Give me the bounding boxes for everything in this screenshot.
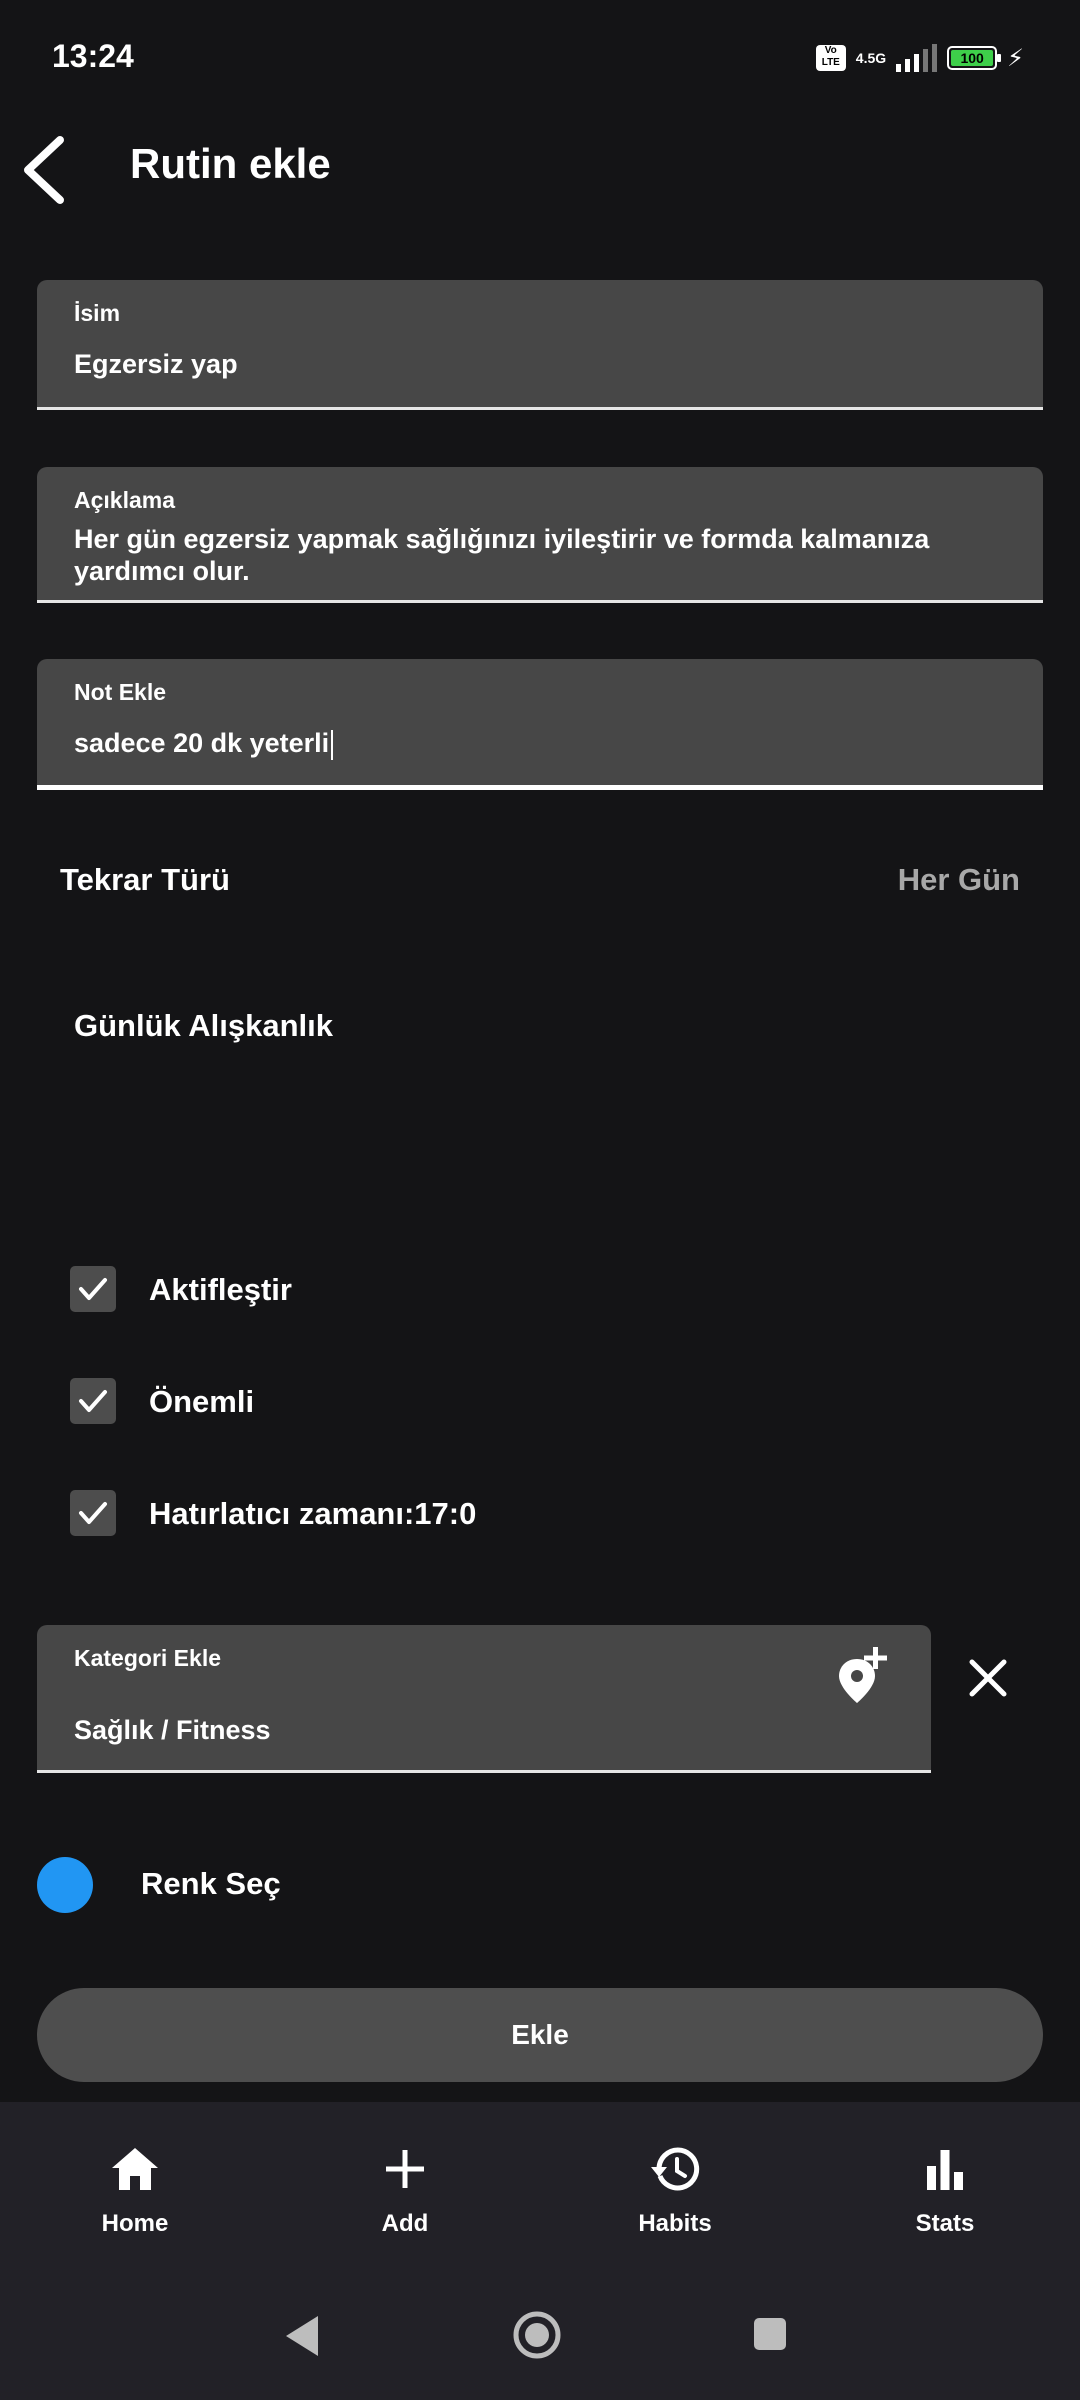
- name-label: İsim: [74, 300, 121, 326]
- add-icon: [386, 2150, 424, 2188]
- nav-home[interactable]: Home: [0, 2102, 270, 2282]
- check-icon: [79, 1390, 107, 1412]
- description-label: Açıklama: [74, 487, 176, 513]
- system-home-icon[interactable]: [512, 2310, 562, 2360]
- system-navigation-bar: [0, 2282, 1080, 2400]
- reminder-label: Hatırlatıcı zamanı:17:0: [149, 1496, 477, 1531]
- bottom-navigation: Home Add Habits Stats: [0, 2102, 1080, 2282]
- habit-type-text: Günlük Alışkanlık: [74, 1008, 333, 1043]
- battery-icon: 100: [947, 46, 1002, 70]
- charging-icon: ⚡: [1007, 44, 1024, 72]
- reminder-checkbox[interactable]: [70, 1490, 116, 1536]
- text-cursor: [331, 729, 334, 760]
- category-field[interactable]: Kategori Ekle Sağlık / Fitness: [37, 1625, 931, 1773]
- check-icon: [79, 1502, 107, 1524]
- page-title: Rutin ekle: [130, 140, 331, 187]
- battery-level: 100: [951, 50, 994, 66]
- note-value: sadece 20 dk yeterli: [74, 728, 330, 758]
- nav-home-label: Home: [101, 2210, 169, 2237]
- description-value: Her gün egzersiz yapmak sağlığınızı iyil…: [74, 524, 930, 586]
- important-label: Önemli: [149, 1384, 255, 1419]
- close-icon: [969, 1659, 1007, 1697]
- nav-add[interactable]: Add: [270, 2102, 540, 2282]
- history-icon: [651, 2147, 700, 2191]
- note-value-wrap: sadece 20 dk yeterli: [74, 727, 334, 760]
- signal-icon: [896, 44, 938, 72]
- nav-habits-label: Habits: [638, 2210, 712, 2237]
- color-picker-label[interactable]: Renk Seç: [141, 1866, 281, 1902]
- nav-stats[interactable]: Stats: [810, 2102, 1080, 2282]
- category-value: Sağlık / Fitness: [74, 1715, 271, 1745]
- network-type: 4.5G: [855, 50, 887, 66]
- note-label: Not Ekle: [74, 679, 167, 705]
- bar-chart-icon: [927, 2150, 963, 2190]
- check-icon: [79, 1278, 107, 1300]
- clear-category-button[interactable]: [960, 1650, 1016, 1706]
- nav-add-label: Add: [381, 2210, 429, 2237]
- important-checkbox[interactable]: [70, 1378, 116, 1424]
- activate-label: Aktifleştir: [149, 1272, 292, 1307]
- add-button[interactable]: Ekle: [37, 1988, 1043, 2082]
- description-field[interactable]: Açıklama Her gün egzersiz yapmak sağlığı…: [37, 467, 1043, 603]
- nav-stats-label: Stats: [915, 2210, 975, 2237]
- category-label: Kategori Ekle: [74, 1645, 221, 1671]
- system-recents-icon[interactable]: [752, 2314, 788, 2354]
- name-value: Egzersiz yap: [74, 349, 238, 379]
- home-icon: [112, 2148, 158, 2190]
- system-back-icon[interactable]: [280, 2312, 324, 2360]
- note-field[interactable]: Not Ekle sadece 20 dk yeterli: [37, 659, 1043, 790]
- repeat-type-dropdown[interactable]: Her Gün: [898, 862, 1020, 898]
- back-arrow-icon: [24, 136, 64, 204]
- activate-checkbox[interactable]: [70, 1266, 116, 1312]
- status-icons: Vo LTE 4.5G 100 ⚡: [815, 38, 1024, 78]
- color-swatch[interactable]: [37, 1857, 93, 1913]
- status-time: 13:24: [52, 38, 134, 74]
- back-button[interactable]: [20, 130, 80, 210]
- nav-habits[interactable]: Habits: [540, 2102, 810, 2282]
- volte-icon: Vo LTE: [815, 45, 846, 71]
- name-field[interactable]: İsim Egzersiz yap: [37, 280, 1043, 410]
- add-location-icon[interactable]: [835, 1645, 891, 1705]
- repeat-type-label: Tekrar Türü: [60, 862, 230, 897]
